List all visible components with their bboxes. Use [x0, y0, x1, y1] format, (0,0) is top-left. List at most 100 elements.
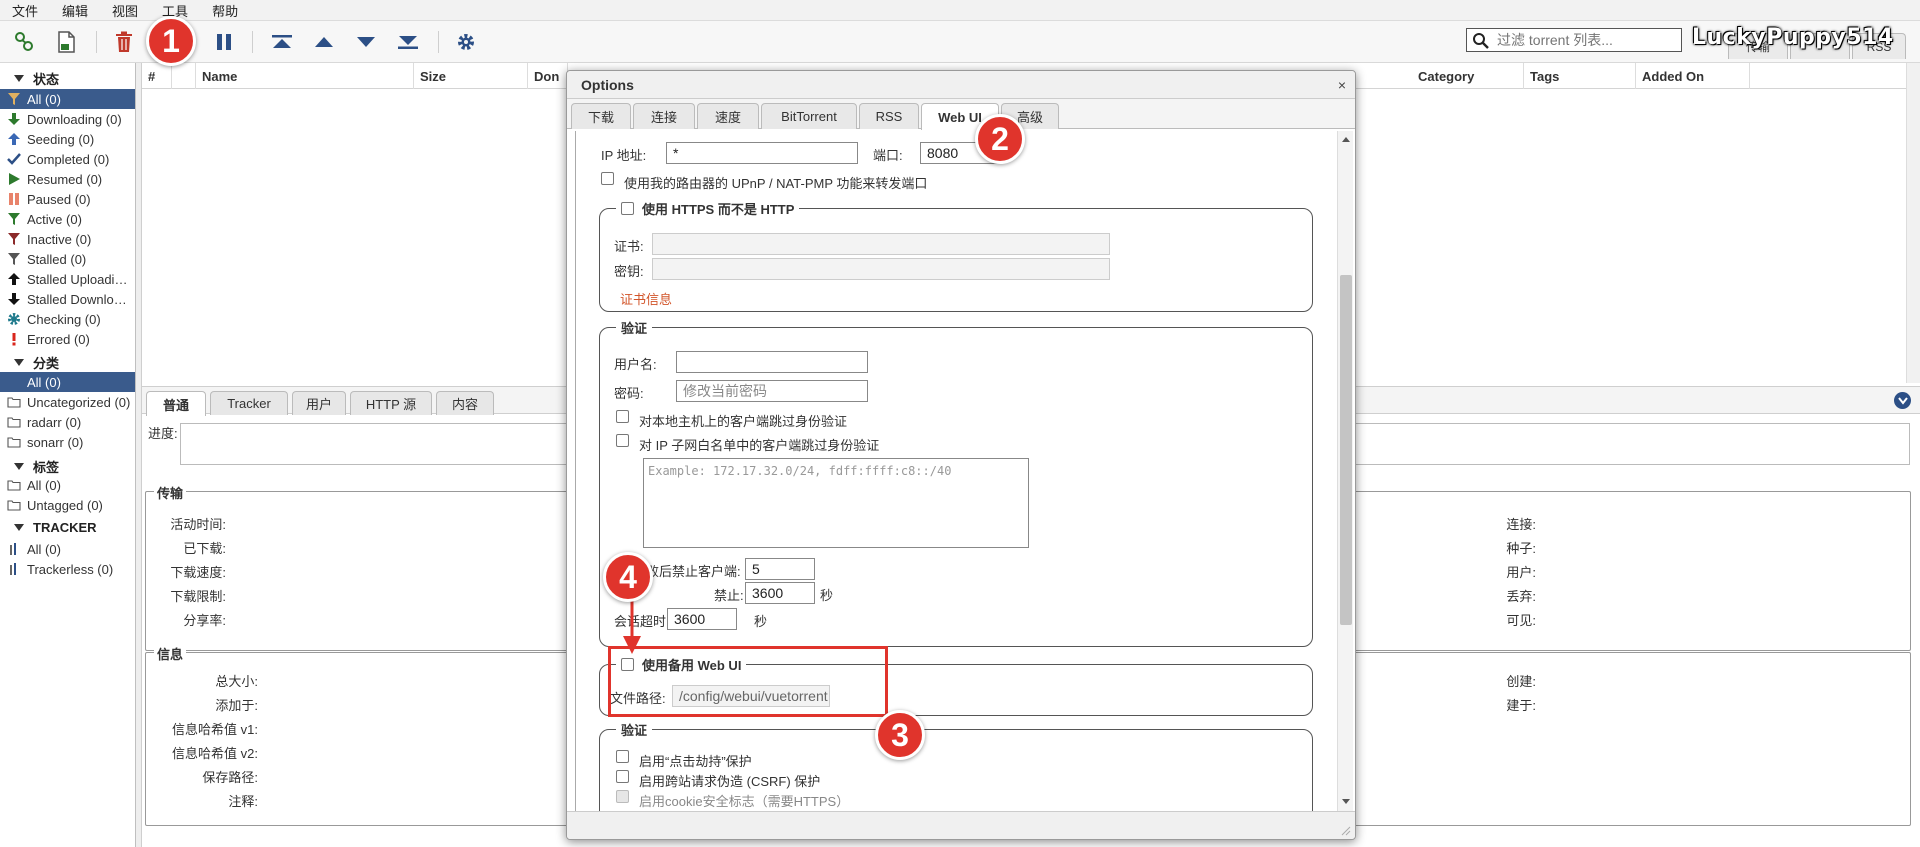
- cookie-secure-checkbox[interactable]: [616, 790, 629, 803]
- tab-tracker[interactable]: Tracker: [210, 391, 288, 415]
- filter-torrent-input[interactable]: [1495, 31, 1675, 49]
- add-torrent-link-button[interactable]: [10, 29, 38, 55]
- column-done[interactable]: Don: [528, 63, 568, 89]
- annotation-arrow-icon: [623, 596, 641, 654]
- menu-help[interactable]: 帮助: [212, 1, 238, 20]
- upload-arrow-icon: [6, 131, 22, 147]
- sidebar-status-all[interactable]: All (0): [0, 89, 135, 109]
- sidebar-status-completed[interactable]: Completed (0): [0, 149, 135, 169]
- close-button[interactable]: ×: [1333, 76, 1351, 94]
- tab-content[interactable]: 内容: [436, 391, 494, 415]
- folder-icon: [6, 414, 22, 430]
- tab-general[interactable]: 普通: [146, 391, 206, 416]
- sidebar-status-seeding[interactable]: Seeding (0): [0, 129, 135, 149]
- move-up-button[interactable]: [310, 29, 338, 55]
- column-index[interactable]: #: [142, 63, 172, 89]
- upnp-checkbox[interactable]: [601, 172, 614, 185]
- status-header[interactable]: 状态: [14, 69, 59, 88]
- filter-torrent-box[interactable]: [1466, 28, 1682, 52]
- ip-address-input[interactable]: *: [666, 142, 858, 164]
- sidebar-tracker-all[interactable]: All (0): [0, 539, 135, 559]
- sidebar-status-stalled-uploading[interactable]: Stalled Uploadi…: [0, 269, 135, 289]
- ip-whitelist-textarea[interactable]: Example: 172.17.32.0/24, fdff:ffff:c8::/…: [643, 458, 1029, 548]
- menu-view[interactable]: 视图: [112, 1, 138, 20]
- sidebar-category-sonarr[interactable]: sonarr (0): [0, 432, 135, 452]
- sidebar-tag-untagged[interactable]: Untagged (0): [0, 495, 135, 515]
- download-arrow-icon: [6, 111, 22, 127]
- field-comment: 注释:: [228, 794, 258, 809]
- key-input[interactable]: [652, 258, 1110, 280]
- username-input[interactable]: [676, 351, 868, 373]
- sidebar-status-active[interactable]: Active (0): [0, 209, 135, 229]
- category-header[interactable]: 分类: [14, 353, 59, 372]
- tags-header[interactable]: 标签: [14, 457, 59, 476]
- bypass-whitelist-checkbox[interactable]: [616, 434, 629, 447]
- tab-bittorrent[interactable]: BitTorrent: [761, 103, 857, 129]
- options-button[interactable]: [452, 29, 480, 55]
- csrf-checkbox[interactable]: [616, 770, 629, 783]
- tracker-icon: [6, 561, 22, 577]
- splitter[interactable]: [136, 63, 142, 847]
- clickjacking-label: 启用“点击劫持”保护: [639, 754, 752, 769]
- sidebar-status-downloading[interactable]: Downloading (0): [0, 109, 135, 129]
- tab-rss[interactable]: RSS: [859, 103, 919, 129]
- clickjacking-checkbox[interactable]: [616, 750, 629, 763]
- dialog-titlebar[interactable]: Options ×: [567, 71, 1355, 99]
- ban-after-failures-input[interactable]: 5: [745, 558, 815, 580]
- session-timeout-input[interactable]: 3600: [667, 608, 737, 630]
- sidebar-status-inactive[interactable]: Inactive (0): [0, 229, 135, 249]
- sidebar-category-all[interactable]: All (0): [0, 372, 135, 392]
- column-added-on[interactable]: Added On: [1636, 63, 1750, 89]
- close-icon: ×: [1337, 77, 1347, 93]
- resize-grip-icon[interactable]: [1339, 824, 1351, 836]
- certificate-info-link[interactable]: 证书信息: [620, 289, 672, 308]
- sidebar-status-errored[interactable]: Errored (0): [0, 329, 135, 349]
- move-bottom-button[interactable]: [394, 29, 422, 55]
- dialog-scrollbar[interactable]: [1337, 131, 1353, 811]
- https-checkbox[interactable]: [621, 202, 634, 215]
- tracker-header[interactable]: TRACKER: [14, 520, 97, 535]
- sidebar-status-checking[interactable]: Checking (0): [0, 309, 135, 329]
- move-down-button[interactable]: [352, 29, 380, 55]
- sidebar-status-resumed[interactable]: Resumed (0): [0, 169, 135, 189]
- column-status[interactable]: [172, 63, 196, 89]
- sidebar-status-stalled[interactable]: Stalled (0): [0, 249, 135, 269]
- tab-connection[interactable]: 连接: [633, 103, 695, 129]
- transfer-title: 传输: [154, 483, 187, 502]
- sidebar-status-paused[interactable]: Paused (0): [0, 189, 135, 209]
- filter-icon: [6, 231, 22, 247]
- tab-http-sources[interactable]: HTTP 源: [350, 391, 432, 415]
- dialog-footer: [567, 811, 1355, 839]
- ban-duration-input[interactable]: 3600: [745, 582, 815, 604]
- sidebar-category-radarr[interactable]: radarr (0): [0, 412, 135, 432]
- bypass-localhost-checkbox[interactable]: [616, 410, 629, 423]
- tab-downloads[interactable]: 下载: [571, 103, 631, 129]
- column-tags[interactable]: Tags: [1524, 63, 1636, 89]
- table-scrollbar[interactable]: [1906, 63, 1920, 383]
- watermark: LuckyPuppy514: [1692, 25, 1894, 50]
- add-torrent-file-button[interactable]: [52, 29, 80, 55]
- dialog-scroll-thumb[interactable]: [1340, 275, 1352, 625]
- sidebar: 状态 All (0) Downloading (0) Seeding (0) C…: [0, 63, 136, 847]
- column-name[interactable]: Name: [196, 63, 414, 89]
- menu-edit[interactable]: 编辑: [62, 1, 88, 20]
- bypass-whitelist-label: 对 IP 子网白名单中的客户端跳过身份验证: [639, 438, 880, 453]
- pause-icon: [6, 191, 22, 207]
- certificate-input[interactable]: [652, 233, 1110, 255]
- move-top-button[interactable]: [268, 29, 296, 55]
- sidebar-tag-all[interactable]: All (0): [0, 475, 135, 495]
- collapse-panel-button[interactable]: [1894, 392, 1911, 409]
- sidebar-tracker-trackerless[interactable]: Trackerless (0): [0, 559, 135, 579]
- delete-button[interactable]: [110, 29, 138, 55]
- sidebar-status-stalled-downloading[interactable]: Stalled Downlo…: [0, 289, 135, 309]
- column-size[interactable]: Size: [414, 63, 528, 89]
- folder-icon: [6, 374, 22, 390]
- column-category[interactable]: Category: [1412, 63, 1524, 89]
- sidebar-category-uncategorized[interactable]: Uncategorized (0): [0, 392, 135, 412]
- password-input[interactable]: 修改当前密码: [676, 380, 868, 402]
- menu-file[interactable]: 文件: [12, 1, 38, 20]
- tab-speed[interactable]: 速度: [697, 103, 759, 129]
- field-peers: 用户:: [1506, 565, 1536, 580]
- pause-button[interactable]: [210, 29, 238, 55]
- tab-peers[interactable]: 用户: [292, 391, 346, 415]
